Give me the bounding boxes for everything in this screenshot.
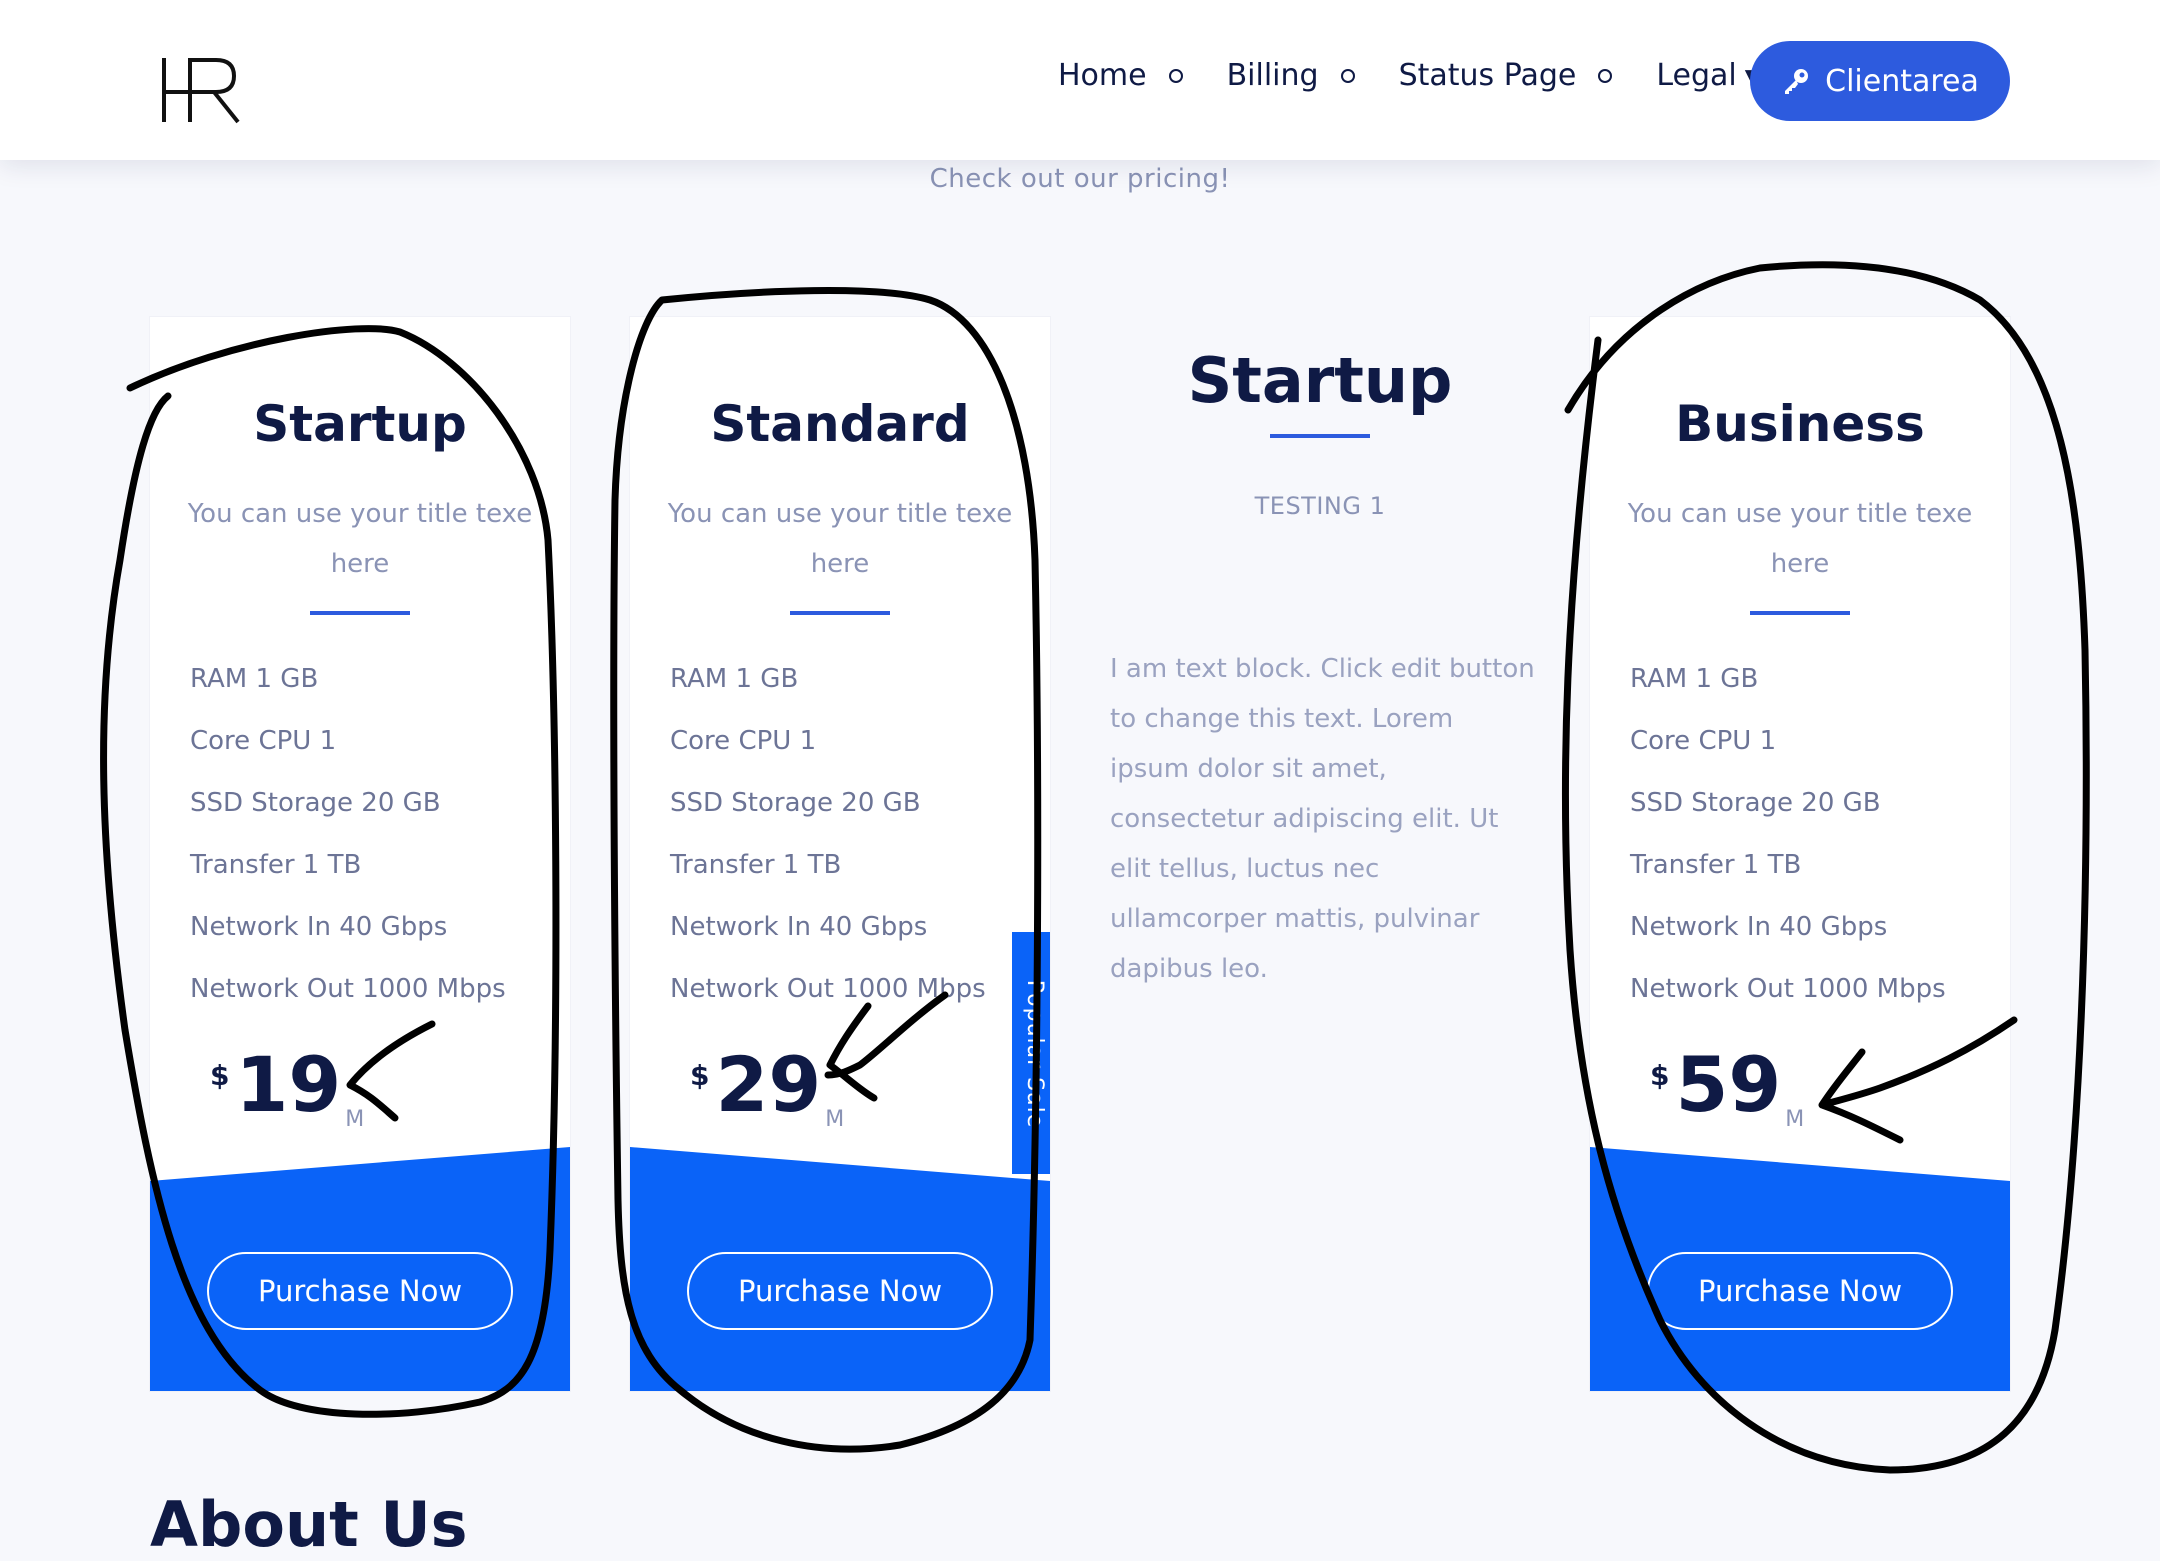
card-title: Standard [710,395,970,453]
main-nav: Home Billing Status Page Legal ▼ [1058,58,1760,93]
feature-item: Core CPU 1 [670,726,817,756]
feature-item: Transfer 1 TB [1630,850,1802,880]
card-divider [1750,611,1850,615]
feature-item: Network In 40 Gbps [1630,912,1888,942]
feature-item: Network Out 1000 Mbps [1630,974,1946,1004]
card-title: Business [1675,395,1925,453]
feature-item: SSD Storage 20 GB [670,788,921,818]
price-period: M [1785,1107,1805,1132]
card-description: You can use your title texe here [187,499,533,579]
clientarea-button[interactable]: Clientarea [1750,41,2010,121]
price: $ 59 M [1650,1037,1804,1133]
popular-sale-ribbon: Popular Sale [1012,932,1050,1174]
text-block-title: Startup [1187,344,1453,417]
nav-item-status-page[interactable]: Status Page [1399,58,1657,93]
text-block-subtitle: TESTING 1 [1254,492,1386,520]
nav-item-home[interactable]: Home [1058,58,1227,93]
purchase-button[interactable]: Purchase Now [207,1252,513,1330]
key-icon [1781,66,1811,96]
feature-item: Network Out 1000 Mbps [190,974,506,1004]
purchase-button[interactable]: Purchase Now [1647,1252,1953,1330]
brand-logo[interactable] [160,56,242,124]
price-currency: $ [210,1059,230,1092]
pricing-card-startup: Startup You can use your title texe here… [150,317,570,1391]
price-currency: $ [1650,1059,1670,1092]
pricing-subtitle: Check out our pricing! [929,164,1231,194]
price-amount: 59 [1675,1040,1782,1129]
card-description: You can use your title texe here [667,499,1013,579]
feature-item: SSD Storage 20 GB [1630,788,1881,818]
nav-separator-dot [1340,68,1355,83]
text-block-divider [1270,434,1370,438]
nav-item-billing[interactable]: Billing [1227,58,1399,93]
feature-item: Network In 40 Gbps [670,912,928,942]
feature-item: SSD Storage 20 GB [190,788,441,818]
feature-item: Network In 40 Gbps [190,912,448,942]
ribbon-label: Popular Sale [1022,979,1047,1129]
price: $ 19 M [210,1037,364,1133]
nav-item-legal[interactable]: Legal ▼ [1656,58,1760,93]
nav-item-label[interactable]: Billing [1227,58,1319,93]
card-divider [310,611,410,615]
feature-item: Core CPU 1 [1630,726,1777,756]
nav-item-label[interactable]: Status Page [1399,58,1577,93]
nav-item-label[interactable]: Legal [1656,58,1736,93]
feature-item: RAM 1 GB [1630,664,1759,694]
card-title: Startup [253,395,467,453]
price-amount: 19 [235,1040,342,1129]
pricing-card-business: Business You can use your title texe her… [1590,317,2010,1391]
nav-item-label[interactable]: Home [1058,58,1147,93]
text-block-body: I am text block. Click edit button to ch… [1110,654,1535,984]
price: $ 29 M [690,1037,844,1133]
feature-item: RAM 1 GB [190,664,319,694]
purchase-button[interactable]: Purchase Now [687,1252,993,1330]
card-description: You can use your title texe here [1627,499,1973,579]
feature-item: Core CPU 1 [190,726,337,756]
feature-item: Transfer 1 TB [670,850,842,880]
feature-item: Transfer 1 TB [190,850,362,880]
clientarea-button-label: Clientarea [1825,63,1979,99]
price-period: M [825,1107,845,1132]
feature-item: RAM 1 GB [670,664,799,694]
price-amount: 29 [715,1040,822,1129]
nav-separator-dot [1168,68,1183,83]
feature-item: Network Out 1000 Mbps [670,974,986,1004]
card-divider [790,611,890,615]
site-header: Home Billing Status Page Legal ▼ Clienta… [0,0,2160,160]
pricing-card-standard: Standard You can use your title texe her… [630,317,1050,1391]
about-section-title: About Us [150,1488,468,1561]
price-currency: $ [690,1059,710,1092]
price-period: M [345,1107,365,1132]
nav-separator-dot [1598,68,1613,83]
